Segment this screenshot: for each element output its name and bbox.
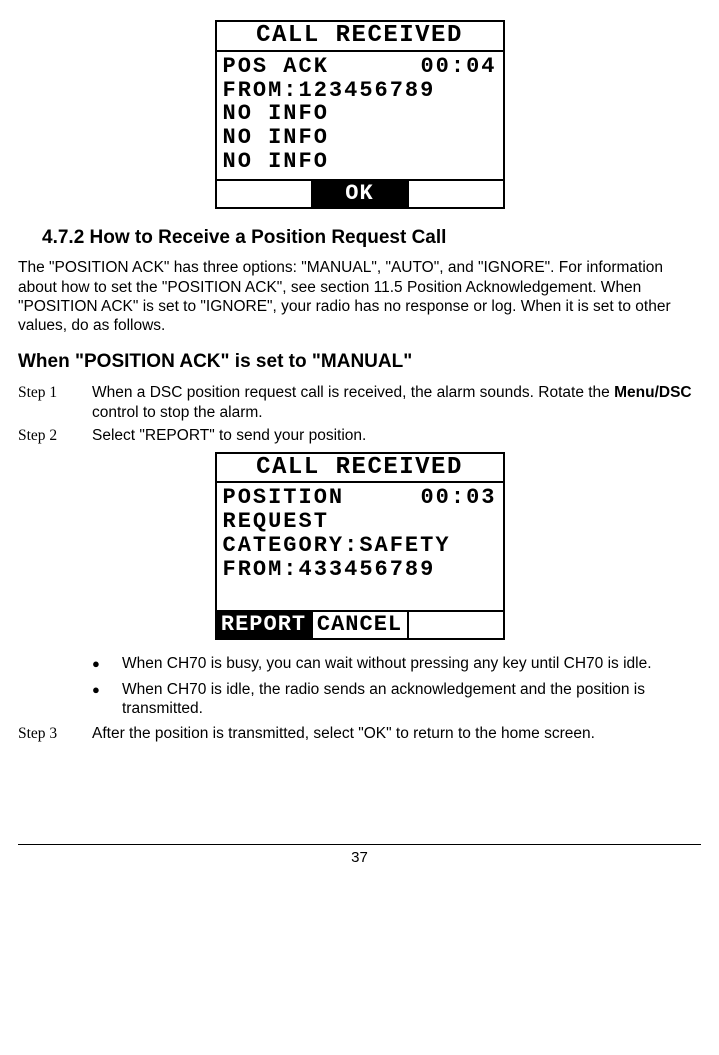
lcd2-softkey-center: CANCEL <box>313 612 409 638</box>
step-3-label: Step 3 <box>18 724 92 743</box>
step-1-text-b: control to stop the alarm. <box>92 404 263 421</box>
bullet-2-text: When CH70 is idle, the radio sends an ac… <box>122 680 701 719</box>
bullet-icon: ● <box>92 654 122 673</box>
step-3: Step 3 After the position is transmitted… <box>18 724 701 743</box>
step-2-label: Step 2 <box>18 426 92 445</box>
section-heading: 4.7.2 How to Receive a Position Request … <box>42 226 701 250</box>
lcd2-line2: REQUEST <box>223 510 497 534</box>
bullet-2: ● When CH70 is idle, the radio sends an … <box>92 680 701 719</box>
step-1: Step 1 When a DSC position request call … <box>18 383 701 422</box>
sub-heading: When "POSITION ACK" is set to "MANUAL" <box>18 350 701 374</box>
bullet-icon: ● <box>92 680 122 719</box>
bullet-1: ● When CH70 is busy, you can wait withou… <box>92 654 701 673</box>
lcd2-line3: CATEGORY:SAFETY <box>223 534 497 558</box>
lcd1-softkey-right <box>409 181 503 207</box>
lcd2-header: CALL RECEIVED <box>217 454 503 484</box>
lcd1-header: CALL RECEIVED <box>217 22 503 52</box>
step-2-body: Select "REPORT" to send your position. <box>92 426 701 445</box>
lcd1-softkey-left <box>217 181 313 207</box>
section-number: 4.7.2 <box>42 227 84 248</box>
intro-paragraph: The "POSITION ACK" has three options: "M… <box>18 258 701 336</box>
lcd2-line1-left: POSITION <box>223 485 345 510</box>
section-title: How to Receive a Position Request Call <box>90 227 447 248</box>
step-1-bold: Menu/DSC <box>614 384 692 401</box>
step-3-body: After the position is transmitted, selec… <box>92 724 701 743</box>
lcd2-blank <box>223 581 497 605</box>
step-1-text-a: When a DSC position request call is rece… <box>92 384 614 401</box>
step-1-body: When a DSC position request call is rece… <box>92 383 701 422</box>
lcd-screenshot-2: CALL RECEIVED POSITION 00:03 REQUEST CATE… <box>18 452 701 641</box>
lcd2-softkey-right <box>409 612 503 638</box>
lcd1-line1-right: 00:04 <box>420 55 496 79</box>
lcd1-line3: NO INFO <box>223 102 497 126</box>
lcd1-line4: NO INFO <box>223 126 497 150</box>
lcd2-line1-right: 00:03 <box>420 486 496 510</box>
step-1-label: Step 1 <box>18 383 92 422</box>
bullet-1-text: When CH70 is busy, you can wait without … <box>122 654 701 673</box>
lcd1-line1-left: POS ACK <box>223 54 329 79</box>
lcd1-softkey-center: OK <box>313 181 409 207</box>
page-number: 37 <box>351 849 368 866</box>
page-footer: 37 <box>18 844 701 868</box>
lcd1-line5: NO INFO <box>223 150 497 174</box>
lcd2-softkey-left: REPORT <box>217 612 313 638</box>
step-2: Step 2 Select "REPORT" to send your posi… <box>18 426 701 445</box>
lcd-screenshot-1: CALL RECEIVED POS ACK 00:04 FROM:12345678… <box>18 20 701 212</box>
lcd2-line4: FROM:433456789 <box>223 558 497 582</box>
lcd1-line2: FROM:123456789 <box>223 79 497 103</box>
